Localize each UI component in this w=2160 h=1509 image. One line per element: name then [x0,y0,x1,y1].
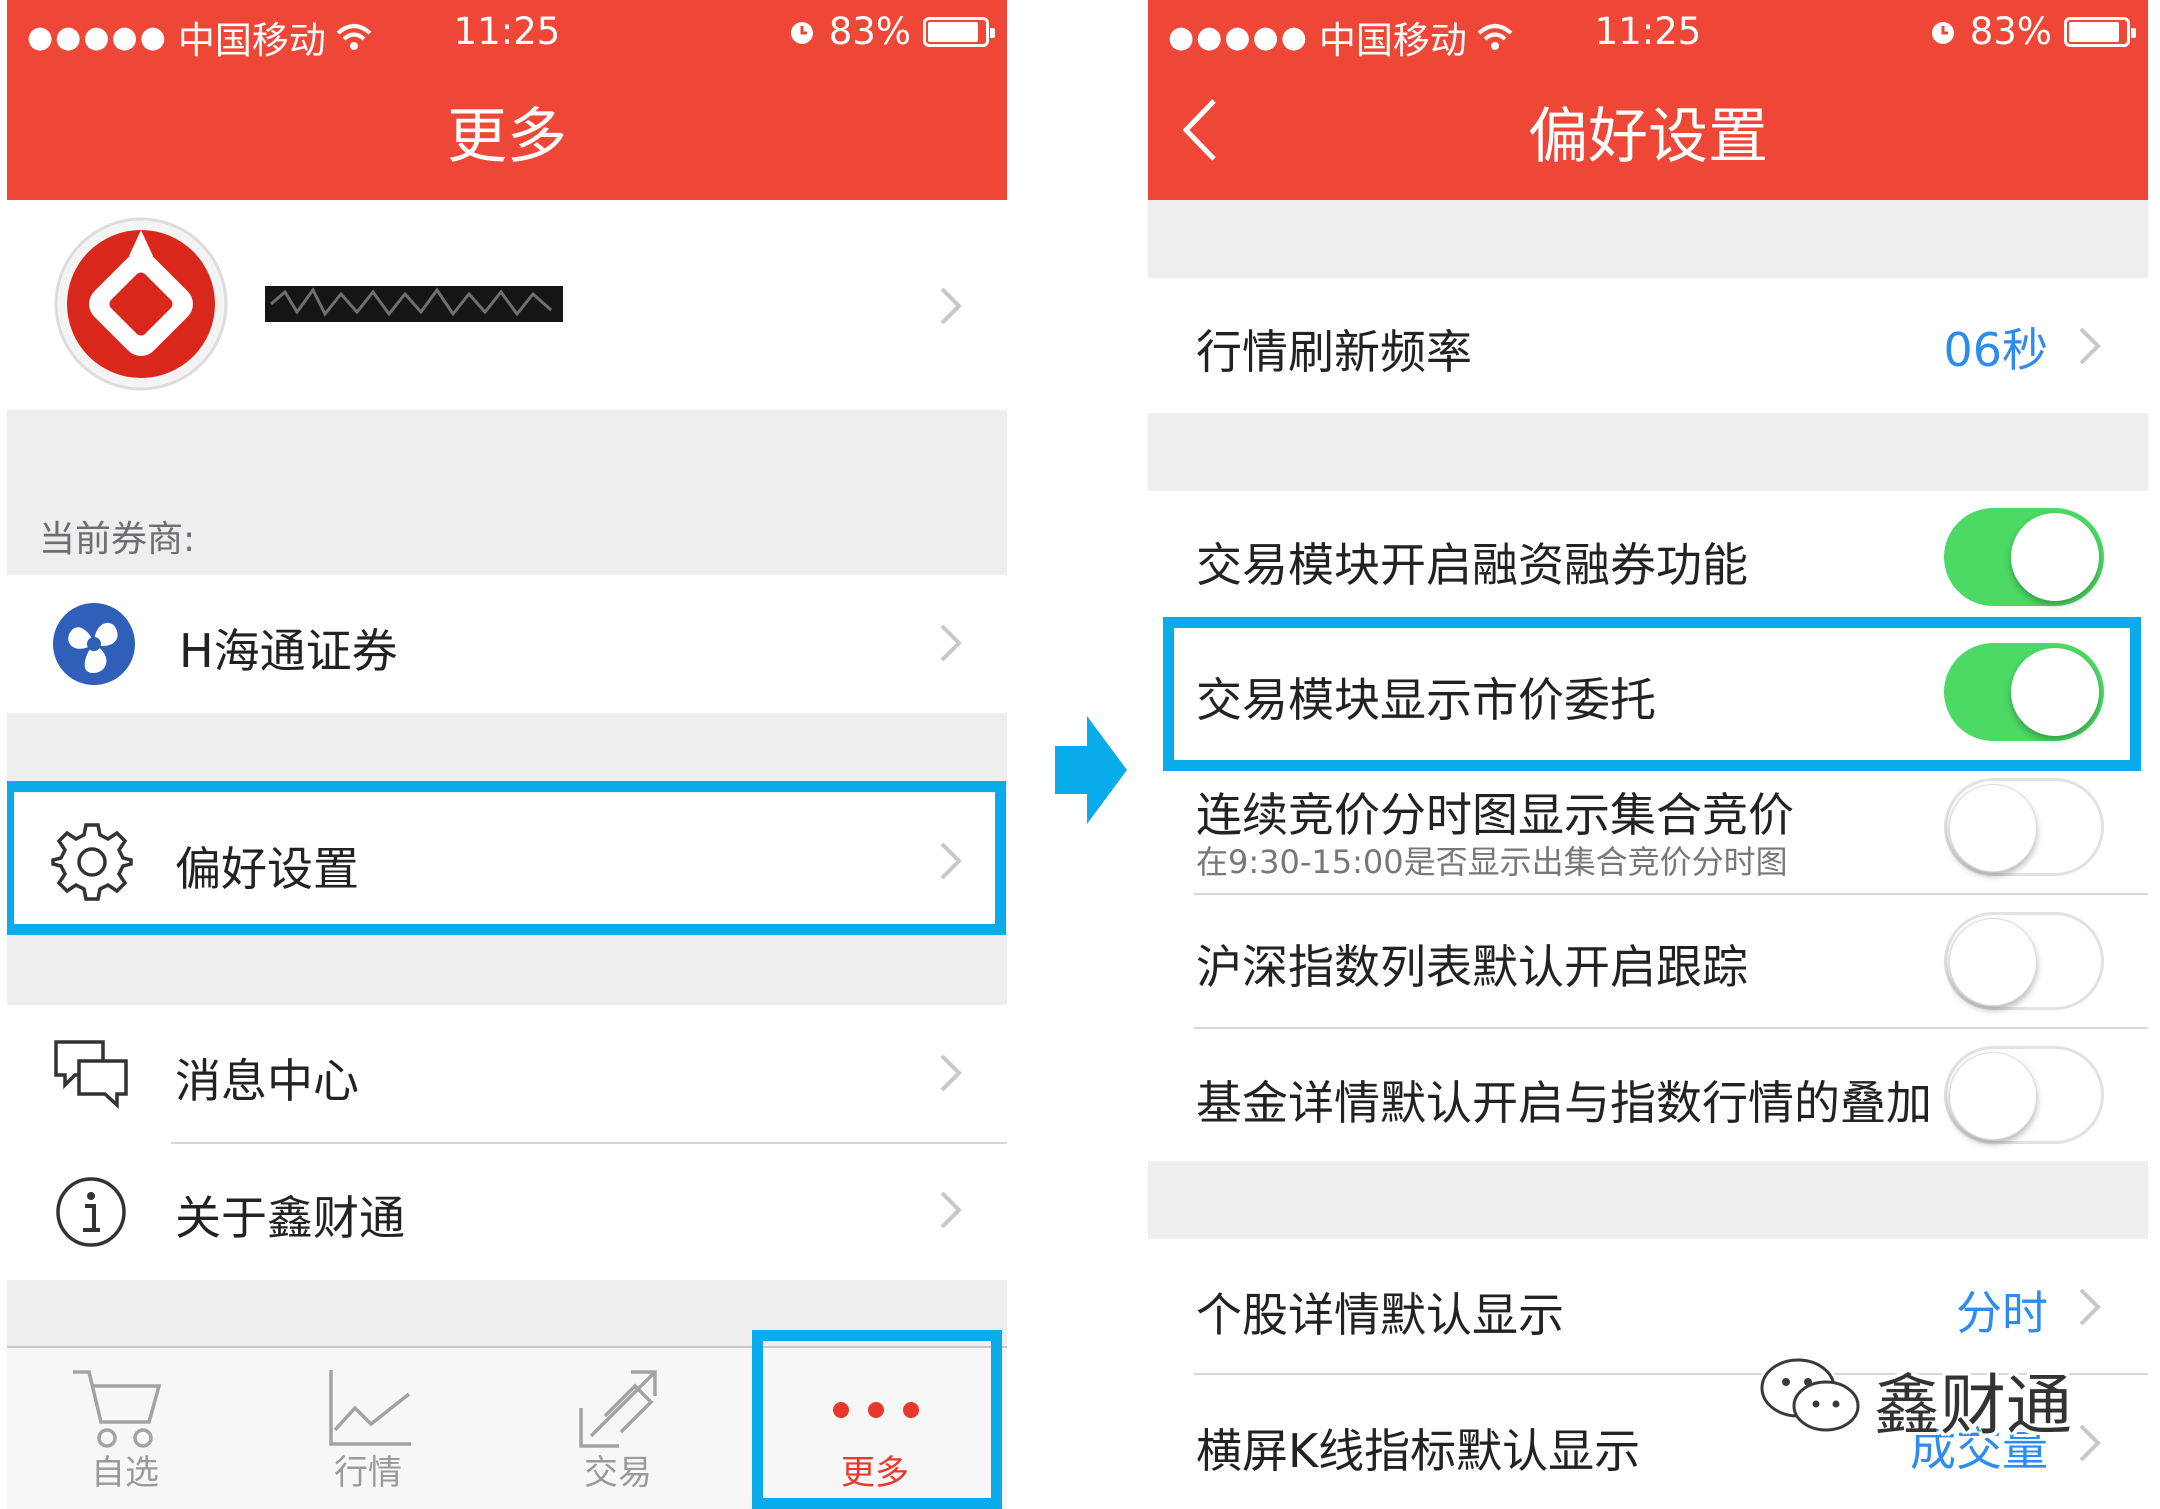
info-icon [56,1177,126,1247]
tab-market[interactable]: 行情 [243,1348,493,1508]
refresh-rate-label: 行情刷新频率 [1196,325,1472,379]
chevron-right-icon [940,624,962,662]
margin-trading-toggle[interactable] [1944,508,2104,606]
battery-icon [2064,16,2136,47]
chevron-right-icon [940,287,962,325]
broker-row[interactable]: H海通证券 [7,575,1007,713]
section-gap: 当前券商: [7,410,1007,575]
tab-label: 行情 [334,1453,402,1493]
chat-bubbles-icon [54,1040,128,1109]
redacted-account-name [265,286,563,322]
toggle-label: 基金详情默认开启与指数行情的叠加 [1196,1076,1932,1130]
refresh-rate-value: 06秒 [1943,323,2048,377]
broker-name: H海通证券 [179,624,398,678]
chevron-right-icon [940,1191,962,1229]
nav-bar: ●●●●● 中国移动 11:25 83% 更多 [7,0,1007,200]
stock-detail-value: 分时 [1956,1286,2048,1340]
status-bar: ●●●●● 中国移动 11:25 83% [7,0,1007,62]
tab-trade[interactable]: 交易 [493,1348,743,1508]
battery-percent: 83% [828,10,911,53]
page-title: 偏好设置 [1528,102,1768,172]
toggle-label: 连续竞价分时图显示集合竞价 [1196,788,1794,842]
toggle-sublabel: 在9:30-15:00是否显示出集合竞价分时图 [1196,843,1788,881]
broker-logo [54,217,228,391]
about-label: 关于鑫财通 [175,1191,405,1245]
toggle-row-fund-overlay: 基金详情默认开启与指数行情的叠加 [1148,1029,2148,1161]
toggle-knob [1949,784,2037,872]
about-row[interactable]: 关于鑫财通 [7,1144,1007,1280]
account-row[interactable] [7,200,1007,410]
status-bar: ●●●●● 中国移动 11:25 83% [1148,0,2148,62]
cart-icon [73,1370,162,1448]
toggle-label: 交易模块开启融资融券功能 [1196,538,1748,592]
tab-watchlist[interactable]: 自选 [7,1348,243,1508]
battery-icon [923,16,995,47]
watermark-text: 鑫财通 [1874,1367,2072,1444]
chevron-right-icon [940,1054,962,1092]
section-gap [1148,200,2148,278]
battery-percent: 83% [1969,10,2052,53]
fund-overlay-toggle[interactable] [1944,1046,2104,1144]
alarm-icon [790,21,813,44]
more-screen: ●●●●● 中国移动 11:25 83% 更多 当前券商: H海通证券 偏好设置… [7,0,1007,1509]
preferences-screen: ●●●●● 中国移动 11:25 83% 偏好设置 行情刷新频率 06秒 交易模… [1148,0,2148,1509]
chevron-right-icon [2079,327,2101,365]
section-gap [7,931,1007,1005]
toggle-row-call-auction: 连续竞价分时图显示集合竞价 在9:30-15:00是否显示出集合竞价分时图 [1148,761,2148,893]
arrow-right-icon [1055,716,1127,824]
tab-label: 自选 [91,1453,159,1493]
stock-detail-label: 个股详情默认显示 [1196,1288,1564,1342]
section-gap [1148,413,2148,491]
alarm-icon [1931,21,1954,44]
highlight-more-tab [752,1330,1002,1509]
messages-label: 消息中心 [175,1054,359,1108]
toggle-knob [1949,918,2037,1006]
nav-bar: ●●●●● 中国移动 11:25 83% 偏好设置 [1148,0,2148,200]
highlight-market-order [1163,617,2141,771]
section-gap [1148,1161,2148,1239]
kline-label: 横屏K线指标默认显示 [1196,1424,1641,1478]
watermark: 鑫财通 [1756,1348,2072,1444]
toggle-label: 沪深指数列表默认开启跟踪 [1196,940,1748,994]
trade-arrows-icon [579,1370,657,1448]
tab-label: 交易 [584,1453,652,1493]
index-tracking-toggle[interactable] [1944,912,2104,1010]
toggle-knob [1949,1052,2037,1140]
highlight-preferences [7,781,1006,935]
haitong-logo [53,603,135,685]
toggle-knob [2011,513,2099,601]
toggle-row-index-tracking: 沪深指数列表默认开启跟踪 [1148,895,2148,1027]
toggle-row-margin-trading: 交易模块开启融资融券功能 [1148,491,2148,626]
messages-row[interactable]: 消息中心 [7,1005,1007,1143]
wechat-icon [1758,1356,1862,1434]
call-auction-toggle[interactable] [1944,778,2104,876]
chevron-right-icon [2079,1288,2101,1326]
chevron-right-icon [2079,1424,2101,1462]
refresh-rate-row[interactable]: 行情刷新频率 06秒 [1148,278,2148,413]
chart-line-icon [329,1370,411,1446]
broker-section-label: 当前券商: [39,519,196,560]
page-title: 更多 [447,102,567,172]
